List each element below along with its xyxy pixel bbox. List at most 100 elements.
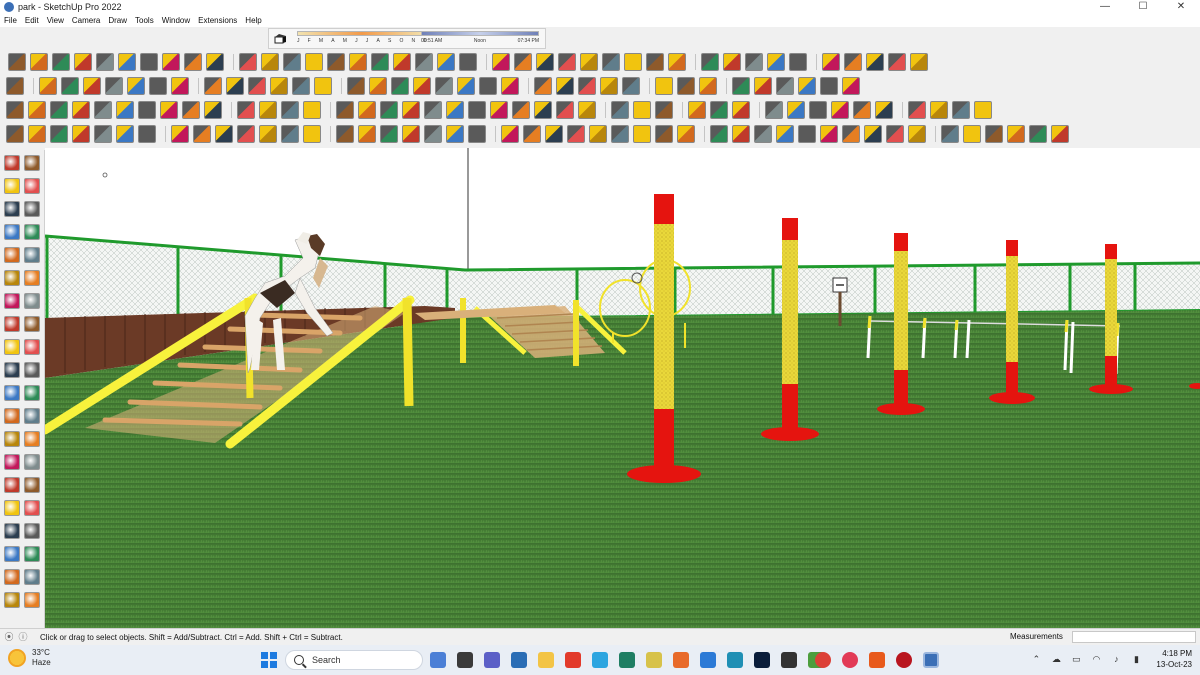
tool-icon[interactable] (699, 77, 717, 95)
tool-icon[interactable] (72, 101, 90, 119)
tool-icon[interactable] (28, 101, 46, 119)
tool-icon[interactable] (767, 53, 785, 71)
left-tool-icon[interactable] (24, 155, 40, 171)
tool-icon[interactable] (237, 101, 255, 119)
tool-icon[interactable] (732, 125, 750, 143)
tool-icon[interactable] (512, 101, 530, 119)
tool-icon[interactable] (567, 125, 585, 143)
maximize-button[interactable]: ☐ (1124, 0, 1162, 14)
tool-icon[interactable] (655, 125, 673, 143)
tool-icon[interactable] (545, 125, 563, 143)
tool-icon[interactable] (1007, 125, 1025, 143)
tool-icon[interactable] (798, 125, 816, 143)
tool-icon[interactable] (930, 101, 948, 119)
left-tool-icon[interactable] (24, 270, 40, 286)
tool-icon[interactable] (226, 77, 244, 95)
tool-icon[interactable] (261, 53, 279, 71)
tool-icon[interactable] (677, 125, 695, 143)
left-tool-icon[interactable] (4, 339, 20, 355)
close-button[interactable]: ✕ (1162, 0, 1200, 14)
tool-icon[interactable] (215, 125, 233, 143)
tool-icon[interactable] (347, 77, 365, 95)
tool-icon[interactable] (446, 101, 464, 119)
tool-icon[interactable] (710, 101, 728, 119)
menu-help[interactable]: Help (245, 16, 261, 25)
left-tool-icon[interactable] (24, 431, 40, 447)
left-tool-icon[interactable] (4, 178, 20, 194)
tool-icon[interactable] (138, 101, 156, 119)
telegram-app-icon[interactable] (592, 652, 608, 668)
teams-app-icon[interactable] (484, 652, 500, 668)
tool-icon[interactable] (171, 77, 189, 95)
left-tool-icon[interactable] (24, 523, 40, 539)
tool-icon[interactable] (844, 53, 862, 71)
tool-icon[interactable] (28, 125, 46, 143)
tool-icon[interactable] (820, 125, 838, 143)
tool-icon[interactable] (723, 53, 741, 71)
tool-icon[interactable] (94, 125, 112, 143)
tool-icon[interactable] (52, 53, 70, 71)
pinterest-app-icon[interactable] (842, 652, 858, 668)
tool-icon[interactable] (798, 77, 816, 95)
left-tool-icon[interactable] (4, 546, 20, 562)
widgets-app-icon[interactable] (430, 652, 446, 668)
tool-icon[interactable] (556, 77, 574, 95)
tool-icon[interactable] (138, 125, 156, 143)
tool-icon[interactable] (908, 101, 926, 119)
weather-widget[interactable]: 33°C Haze (8, 648, 51, 668)
tool-icon[interactable] (116, 101, 134, 119)
tool-icon[interactable] (492, 53, 510, 71)
tool-icon[interactable] (908, 125, 926, 143)
tool-icon[interactable] (732, 101, 750, 119)
tool-icon[interactable] (886, 125, 904, 143)
tool-icon[interactable] (479, 77, 497, 95)
wifi-icon[interactable]: ◠ (1090, 653, 1102, 665)
left-tool-icon[interactable] (4, 155, 20, 171)
tool-icon[interactable] (514, 53, 532, 71)
tool-icon[interactable] (393, 53, 411, 71)
tool-icon[interactable] (578, 77, 596, 95)
tool-icon[interactable] (831, 101, 849, 119)
tool-icon[interactable] (248, 77, 266, 95)
tool-icon[interactable] (646, 53, 664, 71)
tool-icon[interactable] (380, 101, 398, 119)
menu-view[interactable]: View (47, 16, 64, 25)
tool-icon[interactable] (633, 101, 651, 119)
opera-app-icon[interactable] (565, 652, 581, 668)
left-tool-icon[interactable] (24, 362, 40, 378)
tool-icon[interactable] (490, 101, 508, 119)
tool-icon[interactable] (558, 53, 576, 71)
tool-icon[interactable] (1029, 125, 1047, 143)
tool-icon[interactable] (50, 125, 68, 143)
tool-icon[interactable] (424, 101, 442, 119)
tool-icon[interactable] (435, 77, 453, 95)
tool-icon[interactable] (688, 101, 706, 119)
tool-icon[interactable] (459, 53, 477, 71)
tool-icon[interactable] (140, 53, 158, 71)
shadow-toggle-icon[interactable] (273, 32, 287, 46)
windows-start-icon[interactable] (261, 652, 277, 668)
tool-icon[interactable] (600, 77, 618, 95)
menu-tools[interactable]: Tools (135, 16, 154, 25)
tool-icon[interactable] (864, 125, 882, 143)
left-tool-icon[interactable] (4, 224, 20, 240)
left-tool-icon[interactable] (4, 201, 20, 217)
minimize-button[interactable]: — (1086, 0, 1124, 14)
tool-icon[interactable] (820, 77, 838, 95)
tool-icon[interactable] (624, 53, 642, 71)
tool-icon[interactable] (391, 77, 409, 95)
tool-icon[interactable] (985, 125, 1003, 143)
3d-viewport[interactable] (45, 148, 1200, 628)
left-tool-icon[interactable] (4, 477, 20, 493)
left-tool-icon[interactable] (4, 569, 20, 585)
tool-icon[interactable] (336, 125, 354, 143)
app-icon[interactable] (619, 652, 635, 668)
tool-icon[interactable] (182, 101, 200, 119)
chevron-up-icon[interactable]: ⌃ (1030, 653, 1042, 665)
tool-icon[interactable] (534, 101, 552, 119)
left-tool-icon[interactable] (24, 569, 40, 585)
tool-icon[interactable] (501, 125, 519, 143)
tool-icon[interactable] (875, 101, 893, 119)
scene-canvas[interactable] (45, 148, 1200, 628)
tool-icon[interactable] (303, 125, 321, 143)
